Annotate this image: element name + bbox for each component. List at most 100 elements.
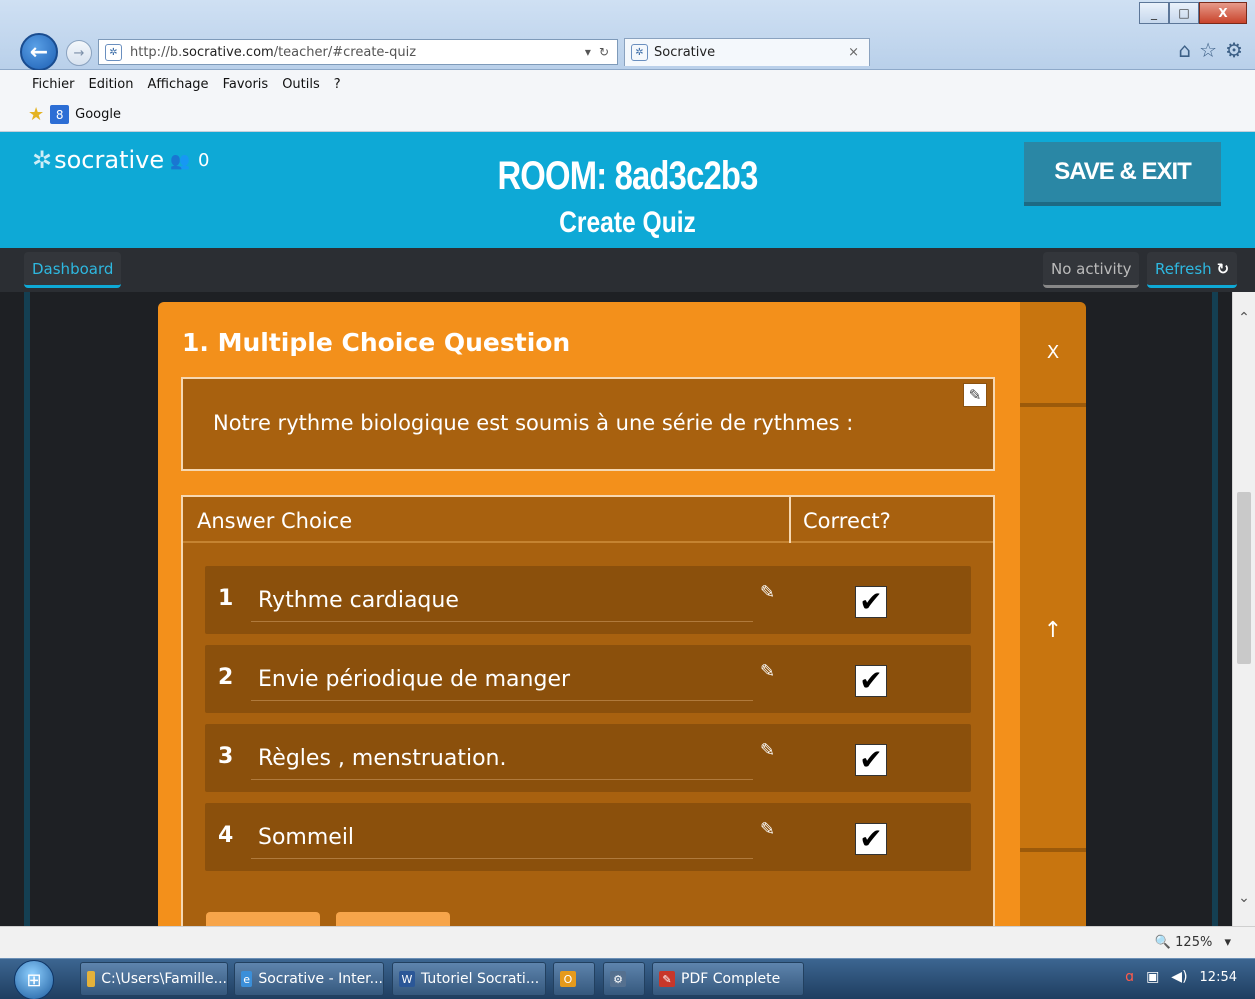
content-rail-left <box>24 292 30 926</box>
menu-outils[interactable]: Outils <box>282 77 320 92</box>
edit-answer-pencil-icon[interactable]: ✎ <box>760 582 775 603</box>
settings-gear-icon[interactable]: ⚙ <box>1225 38 1243 62</box>
scroll-down-arrow-icon[interactable]: ⌄ <box>1233 890 1255 906</box>
question-card: 1. Multiple Choice Question Notre rythme… <box>158 302 1020 926</box>
app-icon: ⚙ <box>610 971 626 987</box>
edit-question-pencil-icon[interactable]: ✎ <box>963 383 987 407</box>
browser-tab[interactable]: ✲ Socrative × <box>624 38 870 66</box>
edit-answer-pencil-icon[interactable]: ✎ <box>760 740 775 761</box>
taskbar-label: Tutoriel Socrati... <box>421 971 540 987</box>
acrobat-tray-icon[interactable]: ɑ <box>1125 969 1134 985</box>
vertical-scrollbar[interactable]: ⌃ ⌄ <box>1232 292 1255 926</box>
taskbar-item-word[interactable]: W Tutoriel Socrati... <box>392 962 546 996</box>
edit-answer-pencil-icon[interactable]: ✎ <box>760 661 775 682</box>
windows-taskbar: ⊞ C:\Users\Famille... e Socrative - Inte… <box>0 958 1255 999</box>
dropdown-icon[interactable]: ▾ <box>585 45 591 59</box>
header-divider <box>789 497 791 543</box>
socrative-favicon-icon: ✲ <box>631 44 648 61</box>
sub-navigation: Dashboard No activity Refresh ↻ <box>0 248 1255 292</box>
delete-question-button[interactable]: X <box>1020 302 1086 407</box>
question-side-controls: X ↑ <box>1020 302 1086 926</box>
taskbar-item-pdf[interactable]: ✎ PDF Complete <box>652 962 804 996</box>
folder-icon <box>87 971 96 987</box>
zoom-icon: 🔍 <box>1154 935 1172 950</box>
google-icon: 8 <box>50 105 70 124</box>
room-title: ROOM: 8ad3c2b3 <box>497 154 758 198</box>
volume-icon[interactable]: ◀) <box>1171 969 1187 985</box>
answers-table: Answer Choice Correct? 1 Rythme cardiaqu… <box>181 495 995 926</box>
answer-text[interactable]: Règles , menstruation. <box>258 746 507 771</box>
answer-text[interactable]: Envie périodique de manger <box>258 667 570 692</box>
no-activity-button[interactable]: No activity <box>1043 252 1140 288</box>
answer-number: 3 <box>218 744 234 769</box>
answer-row: 1 Rythme cardiaque ✎ ✔ <box>205 566 971 634</box>
question-text: Notre rythme biologique est soumis à une… <box>213 411 854 435</box>
start-button-icon[interactable]: ⊞ <box>14 960 54 999</box>
taskbar-item-outlook[interactable]: O <box>553 962 595 996</box>
menu-affichage[interactable]: Affichage <box>147 77 208 92</box>
answer-underline <box>251 621 753 622</box>
dashboard-button[interactable]: Dashboard <box>24 252 122 288</box>
url-path: /teacher/#create-quiz <box>273 44 417 60</box>
add-answer-button[interactable] <box>206 912 320 926</box>
correct-checkbox[interactable]: ✔ <box>855 665 887 697</box>
answer-row: 3 Règles , menstruation. ✎ ✔ <box>205 724 971 792</box>
zoom-dropdown-icon[interactable]: ▾ <box>1224 935 1231 950</box>
refresh-button[interactable]: Refresh ↻ <box>1147 252 1238 288</box>
clock[interactable]: 12:54 <box>1200 970 1237 985</box>
zoom-control[interactable]: 🔍 125% ▾ <box>1155 935 1231 950</box>
menu-favoris[interactable]: Favoris <box>223 77 269 92</box>
answer-number: 1 <box>218 586 234 611</box>
tab-title: Socrative <box>654 45 716 60</box>
remove-answer-button[interactable] <box>336 912 450 926</box>
taskbar-item-app[interactable]: ⚙ <box>603 962 645 996</box>
favorite-google-link[interactable]: Google <box>75 107 121 122</box>
answer-text[interactable]: Rythme cardiaque <box>258 588 459 613</box>
scroll-up-arrow-icon[interactable]: ⌃ <box>1233 310 1255 326</box>
address-bar[interactable]: ✲ http://b.socrative.com/teacher/#create… <box>98 39 618 65</box>
back-arrow-icon[interactable]: ← <box>20 33 58 71</box>
favorites-star-icon[interactable]: ☆ <box>1199 38 1217 62</box>
answer-underline <box>251 700 753 701</box>
outlook-icon: O <box>560 971 576 987</box>
answer-underline <box>251 779 753 780</box>
taskbar-label: PDF Complete <box>681 971 781 987</box>
close-window-button[interactable]: X <box>1199 2 1247 24</box>
save-exit-button[interactable]: SAVE & EXIT <box>1024 142 1221 206</box>
question-title: 1. Multiple Choice Question <box>182 328 571 357</box>
maximize-button[interactable]: □ <box>1169 2 1199 24</box>
question-text-box[interactable]: Notre rythme biologique est soumis à une… <box>181 377 995 471</box>
url-domain: socrative.com <box>182 44 274 60</box>
tab-close-icon[interactable]: × <box>848 45 859 60</box>
move-question-up-button[interactable]: ↑ <box>1020 412 1086 852</box>
edit-answer-pencil-icon[interactable]: ✎ <box>760 819 775 840</box>
add-favorite-star-icon[interactable]: ★ <box>28 104 44 125</box>
refresh-icon: ↻ <box>1216 259 1230 278</box>
home-icon[interactable]: ⌂ <box>1178 38 1191 62</box>
main-content: 1. Multiple Choice Question Notre rythme… <box>0 292 1232 926</box>
app-header: ✲ socrative 👥 0 ROOM: 8ad3c2b3 Create Qu… <box>0 132 1255 248</box>
menu-bar: Fichier Edition Affichage Favoris Outils… <box>0 70 1255 98</box>
page-subtitle: Create Quiz <box>559 206 696 239</box>
menu-help[interactable]: ? <box>334 77 341 92</box>
ie-icon: e <box>241 971 253 987</box>
refresh-page-icon[interactable]: ↻ <box>599 45 609 59</box>
minimize-button[interactable]: _ <box>1139 2 1169 24</box>
network-icon[interactable]: ▣ <box>1146 969 1159 985</box>
correct-checkbox[interactable]: ✔ <box>855 823 887 855</box>
scroll-thumb[interactable] <box>1237 492 1251 664</box>
forward-arrow-icon[interactable]: → <box>66 40 92 66</box>
taskbar-label: C:\Users\Famille... <box>101 971 227 987</box>
favorites-bar: ★ 8 Google <box>0 98 1255 132</box>
browser-status-bar: 🔍 125% ▾ <box>0 926 1255 958</box>
correct-checkbox[interactable]: ✔ <box>855 586 887 618</box>
browser-titlebar: _ □ X ← → ✲ http://b.socrative.com/teach… <box>0 0 1255 71</box>
correct-checkbox[interactable]: ✔ <box>855 744 887 776</box>
refresh-label: Refresh <box>1155 259 1212 278</box>
url-text[interactable]: http://b.socrative.com/teacher/#create-q… <box>130 45 585 60</box>
taskbar-item-ie[interactable]: e Socrative - Inter... <box>234 962 384 996</box>
answer-text[interactable]: Sommeil <box>258 825 354 850</box>
menu-fichier[interactable]: Fichier <box>32 77 75 92</box>
menu-edition[interactable]: Edition <box>89 77 134 92</box>
taskbar-item-explorer[interactable]: C:\Users\Famille... <box>80 962 228 996</box>
